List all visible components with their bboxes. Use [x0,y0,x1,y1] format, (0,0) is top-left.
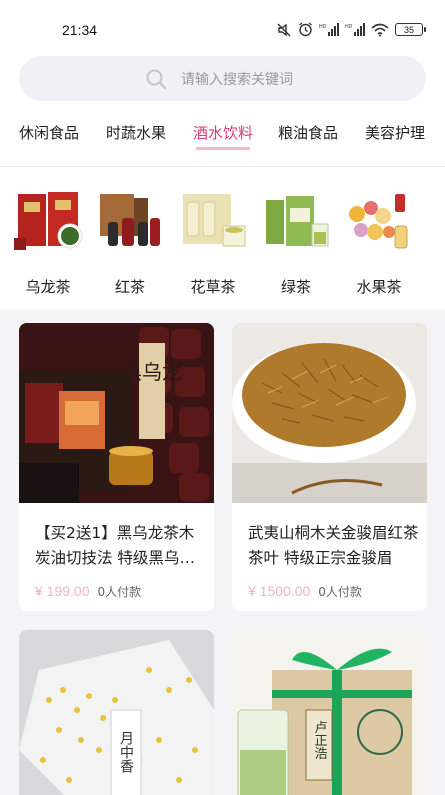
subcategory-black-tea[interactable]: 红茶 [90,188,170,297]
search-input[interactable]: 请输入搜索关键词 [19,56,426,101]
signal-icon-2: HD [345,22,365,36]
subcategory-row: 乌龙茶 红茶 花草茶 绿茶 水果茶 [0,188,445,298]
category-tabs: 休闲食品 时蔬水果 酒水饮料 粮油食品 美容护理 [0,118,445,158]
mute-icon [277,23,291,36]
product-paid-count: 0人付款 [318,585,362,599]
tab-fruits[interactable]: 时蔬水果 [106,122,166,143]
green-tea-image [266,196,329,247]
product-image-osmanthus: 月中香 [19,630,214,795]
search-placeholder: 请输入搜索关键词 [181,72,293,88]
product-title: 武夷山桐木关金骏眉红茶茶叶 特级正宗金骏眉 [248,524,419,567]
tab-beauty[interactable]: 美容护理 [365,122,425,143]
svg-text:HD: HD [345,24,353,30]
subcategory-oolong[interactable]: 乌龙茶 [8,188,88,297]
tab-drinks[interactable]: 酒水饮料 [193,122,253,143]
product-price: ¥ 1500.00 [248,583,311,599]
subcategory-fruit-tea[interactable]: 水果茶 [339,188,419,297]
subcategory-label: 绿茶 [280,278,311,296]
product-card[interactable]: 月中香 [19,630,214,795]
status-time: 21:34 [62,22,98,38]
black-tea-image [100,194,160,246]
herbal-tea-image [183,194,246,247]
subcategory-label: 乌龙茶 [25,278,71,296]
subcategory-label: 红茶 [114,278,145,296]
tab-snacks[interactable]: 休闲食品 [19,122,79,143]
product-card[interactable]: 武夷山桐木关金骏眉红茶茶叶 特级正宗金骏眉 ¥ 1500.00 0人付款 [232,323,427,611]
subcategory-label: 花草茶 [190,278,236,296]
wifi-icon [371,23,389,36]
subcategory-green-tea[interactable]: 绿茶 [256,188,336,297]
product-image-luzhenghao: 卢正浩 [232,630,427,795]
alarm-icon [299,22,312,37]
product-image-caption: 黑乌龙 [122,360,182,384]
product-title: 【买2送1】黑乌龙茶木炭油切技法 特级黑乌龙茶 [35,524,195,567]
svg-text:HD: HD [319,24,327,30]
fruit-tea-image [349,194,408,249]
oolong-tea-image [14,192,83,250]
status-icons: HD HD 35 [276,22,426,37]
product-paid-count: 0人付款 [97,585,142,599]
product-image-jinjunmei [232,323,427,503]
active-tab-indicator [196,147,250,150]
subcategory-label: 水果茶 [356,278,402,296]
product-card[interactable]: 卢正浩 [232,630,427,795]
divider [0,166,445,167]
tab-grain-oil[interactable]: 粮油食品 [278,122,338,143]
signal-icon: HD [319,22,339,36]
battery-icon: 35 [395,23,426,36]
status-bar: 21:34 HD HD 35 [0,0,445,52]
product-image-black-oolong: 黑乌龙 [19,323,214,503]
search-icon [146,69,167,90]
product-price: ¥ 199.00 [35,583,90,599]
product-card[interactable]: 黑乌龙 【买2送1】黑乌龙茶木炭油切技法 特级黑乌龙茶 ¥ 199.00 0人付… [19,323,214,611]
product-image-caption: 卢正浩 [312,720,328,760]
product-image-caption: 月中香 [118,731,134,773]
subcategory-herbal-tea[interactable]: 花草茶 [173,188,253,297]
